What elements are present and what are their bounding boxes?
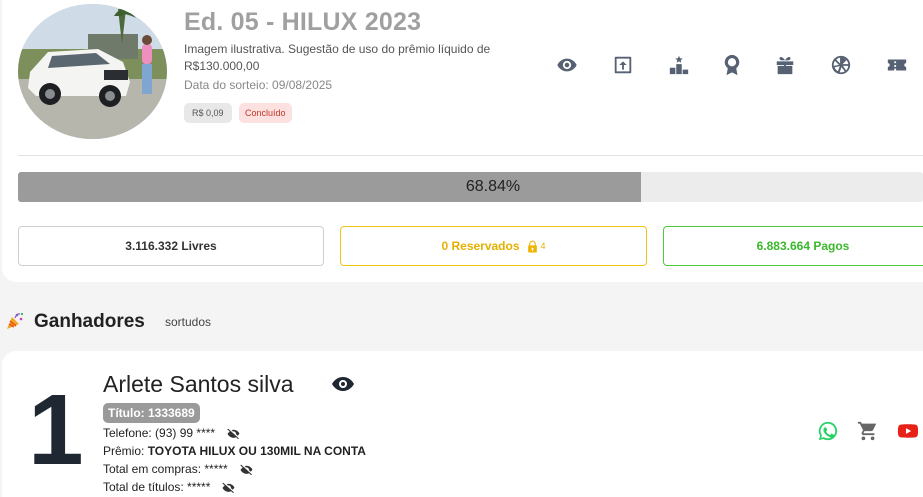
progress-label: 68.84% [465,178,521,195]
wheel-icon[interactable] [828,52,854,78]
winner-purchases-line: Total em compras: ***** [103,462,253,476]
reserved-lock-count: 4 [540,241,546,251]
stat-pagos: 6.883.664 Pagos [663,226,923,266]
party-popper-icon [5,311,25,331]
winners-title: Ganhadores [34,311,145,332]
draw-date: Data do sorteio: 09/08/2025 [184,78,333,92]
status-badge: Concluído [239,103,292,123]
eye-icon[interactable] [554,52,580,78]
winner-prize-line: Prêmio: TOYOTA HILUX OU 130MIL NA CONTA [103,444,366,458]
winner-name: Arlete Santos silva [103,371,294,397]
stat-reservados-label: 0 Reservados [441,239,520,253]
stat-reservados: 0 Reservados 4 [340,226,647,266]
whatsapp-icon[interactable] [817,420,839,442]
cart-icon[interactable] [857,420,879,442]
ticket-badge: Título: 1333689 [103,403,200,423]
share-icon[interactable] [610,52,636,78]
eye-off-icon[interactable] [227,428,240,439]
winner-total-purchases: Total em compras: ***** [103,462,228,476]
winner-phone-line: Telefone: (93) 99 **** [103,426,240,440]
winner-prize-label: Prêmio: [103,444,145,458]
stat-pagos-label: 6.883.664 Pagos [756,239,850,253]
stat-livres: 3.116.332 Livres [18,226,324,266]
view-winner-eye-icon[interactable] [331,374,355,394]
lock-icon [526,240,539,253]
winner-total-tickets: Total de títulos: ***** [103,480,211,494]
price-badge: R$ 0,09 [184,103,232,123]
winner-prize-value: TOYOTA HILUX OU 130MIL NA CONTA [147,444,366,458]
winner-tickets-line: Total de títulos: ***** [103,480,235,494]
eye-off-icon[interactable] [222,482,235,493]
winner-rank: 1 [28,374,84,486]
winner-phone: Telefone: (93) 99 **** [103,426,216,440]
award-icon[interactable] [719,52,745,78]
winners-subtitle: sortudos [165,315,212,329]
divider [18,155,923,156]
gift-icon[interactable] [772,52,798,78]
raffle-toolbar [0,52,923,78]
stat-livres-label: 3.116.332 Livres [125,239,217,253]
eye-off-icon[interactable] [240,464,253,475]
podium-icon[interactable] [666,52,692,78]
ticket-icon[interactable] [884,52,910,78]
raffle-title: Ed. 05 - HILUX 2023 [184,8,422,36]
youtube-icon[interactable] [897,420,919,442]
